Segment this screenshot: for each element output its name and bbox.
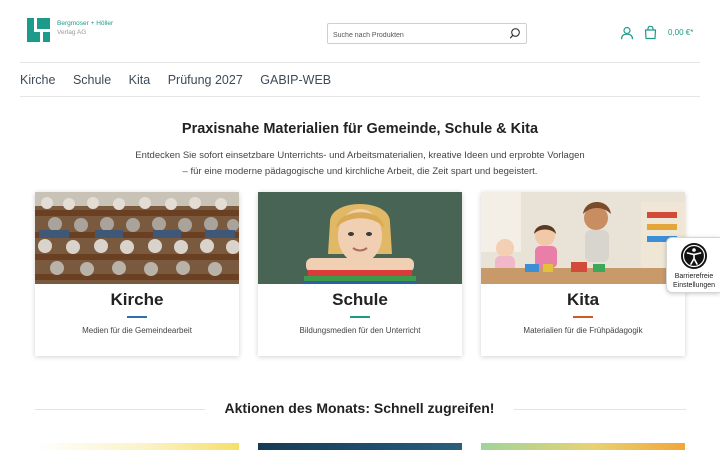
hero-description-line-1: Entdecken Sie sofort einsetzbare Unterri…	[135, 150, 585, 161]
header: Bergmoser + Höller Verlag AG 0,00 €*	[0, 0, 720, 62]
promo-banner-1[interactable]	[35, 443, 239, 450]
hero-title: Praxisnahe Materialien für Gemeinde, Sch…	[181, 121, 539, 137]
cart-total[interactable]: 0,00 €*	[668, 28, 693, 37]
card-image-kita	[481, 192, 685, 284]
card-subtitle-kirche: Medien für die Gemeindearbeit	[82, 326, 192, 335]
card-title-schule: Schule	[332, 290, 388, 309]
main-navigation: Kirche Schule Kita Prüfung 2027 GABIP-WE…	[20, 63, 700, 96]
logo-subline: Verlag AG	[57, 29, 87, 36]
search-input[interactable]	[328, 26, 506, 45]
user-icon[interactable]	[620, 26, 634, 40]
nav-item-kita[interactable]: Kita	[129, 73, 151, 87]
logo-mark-icon	[27, 18, 50, 42]
section-divider-left	[35, 409, 205, 410]
card-subtitle-kita: Materialien für die Frühpädagogik	[523, 326, 643, 335]
search-box	[327, 23, 527, 45]
card-image-schule	[258, 192, 462, 284]
promo-banner-3[interactable]	[481, 443, 685, 450]
card-image-kirche	[35, 192, 239, 284]
card-title-kita: Kita	[566, 290, 600, 309]
card-accent-rule-schule	[350, 316, 370, 318]
category-card-kita[interactable]: Kita Materialien für die Frühpädagogik	[481, 192, 685, 356]
card-accent-rule-kirche	[127, 316, 147, 318]
nav-item-kirche[interactable]: Kirche	[20, 73, 55, 87]
shopping-bag-icon[interactable]	[643, 25, 658, 40]
accessibility-icon	[681, 243, 707, 269]
nav-item-gabip-web[interactable]: GABIP-WEB	[260, 73, 331, 87]
section-divider-right	[514, 409, 686, 410]
promo-banner-2[interactable]	[258, 443, 462, 450]
hero-description: Entdecken Sie sofort einsetzbare Unterri…	[110, 148, 610, 180]
hero-description-line-2: – für eine moderne pädagogische und kirc…	[182, 166, 538, 177]
nav-divider	[20, 96, 700, 97]
card-title-kirche: Kirche	[110, 290, 164, 309]
logo-name: Bergmoser + Höller	[57, 20, 114, 27]
search-icon[interactable]	[509, 27, 522, 40]
section-title-aktionen: Aktionen des Monats: Schnell zugreifen!	[224, 400, 495, 416]
card-accent-rule-kita	[573, 316, 593, 318]
category-card-schule[interactable]: Schule Bildungsmedien für den Unterricht	[258, 192, 462, 356]
accessibility-label: Barrierefreie Einstellungen	[672, 273, 716, 289]
card-subtitle-schule: Bildungsmedien für den Unterricht	[299, 326, 421, 335]
nav-item-pruefung-2027[interactable]: Prüfung 2027	[168, 73, 243, 87]
category-card-kirche[interactable]: Kirche Medien für die Gemeindearbeit	[35, 192, 239, 356]
logo[interactable]: Bergmoser + Höller Verlag AG	[27, 18, 113, 42]
nav-item-schule[interactable]: Schule	[73, 73, 111, 87]
accessibility-settings-button[interactable]: Barrierefreie Einstellungen	[666, 237, 720, 293]
